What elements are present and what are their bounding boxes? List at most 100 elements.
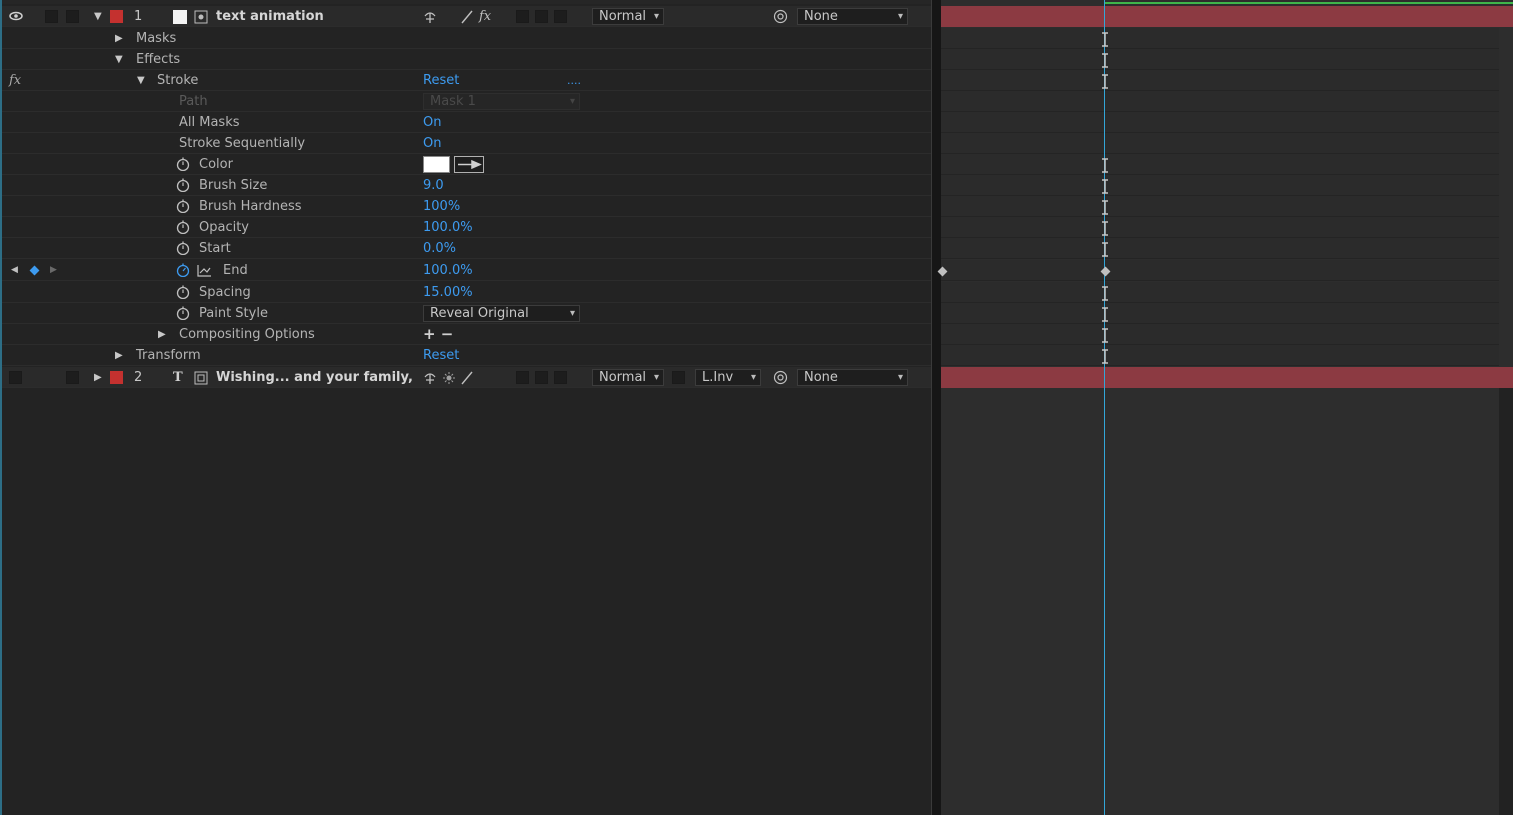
layer-number: 2	[134, 370, 143, 385]
property-row-path[interactable]: Path Mask 1 ▾	[2, 91, 931, 112]
stopwatch-icon[interactable]	[176, 241, 190, 255]
panel-divider[interactable]	[931, 0, 941, 815]
switch-box[interactable]	[535, 371, 548, 384]
masks-row[interactable]: ▶ Masks	[2, 28, 931, 49]
next-keyframe-icon[interactable]: ▶	[50, 260, 57, 281]
reset-link[interactable]: Reset	[423, 345, 459, 366]
parent-dropdown[interactable]: None ▾	[797, 8, 908, 25]
layer-row-2[interactable]: ▶ 2 T Wishing... and your family, Normal…	[2, 367, 931, 388]
video-toggle[interactable]	[9, 371, 22, 384]
current-time-indicator[interactable]	[1104, 0, 1105, 815]
previous-keyframe-icon[interactable]: ◀	[11, 260, 18, 281]
expand-triangle[interactable]: ▶	[115, 345, 123, 366]
lock-toggle[interactable]	[66, 371, 79, 384]
property-value[interactable]: 100.0%	[423, 260, 473, 281]
property-value[interactable]: On	[423, 112, 441, 133]
eye-icon[interactable]	[9, 11, 23, 21]
ibeam-marker	[1102, 349, 1108, 364]
expand-triangle[interactable]: ▼	[137, 70, 145, 91]
property-row-brush-hardness[interactable]: Brush Hardness 100%	[2, 196, 931, 217]
switch-box[interactable]	[516, 10, 529, 23]
property-value[interactable]: 15.00%	[423, 282, 473, 303]
property-row-paint-style[interactable]: Paint Style Reveal Original Image ▾	[2, 303, 931, 324]
layer-expand-triangle[interactable]: ▼	[94, 6, 102, 27]
layer-expand-triangle[interactable]: ▶	[94, 367, 102, 388]
property-value[interactable]: 9.0	[423, 175, 444, 196]
stopwatch-icon[interactable]	[176, 306, 190, 320]
path-dropdown: Mask 1 ▾	[423, 93, 580, 110]
ibeam-marker	[1102, 158, 1108, 173]
expand-triangle[interactable]: ▼	[115, 49, 123, 70]
chevron-down-icon: ▾	[653, 11, 659, 22]
property-row-brush-size[interactable]: Brush Size 9.0	[2, 175, 931, 196]
switch-box[interactable]	[535, 10, 548, 23]
label-color-swatch[interactable]	[110, 371, 123, 384]
timeline-scrollbar[interactable]	[1499, 388, 1513, 815]
effects-row[interactable]: ▼ Effects	[2, 49, 931, 70]
layer-1-duration-bar[interactable]	[941, 6, 1513, 27]
parent-dropdown[interactable]: None ▾	[797, 369, 908, 386]
switch-box[interactable]	[516, 371, 529, 384]
stopwatch-icon[interactable]	[176, 285, 190, 299]
shy-icon[interactable]	[423, 371, 437, 385]
label-color-swatch[interactable]	[110, 10, 123, 23]
solid-layer-icon	[173, 10, 187, 24]
paint-style-dropdown[interactable]: Reveal Original Image ▾	[423, 305, 580, 322]
graph-icon[interactable]	[197, 264, 212, 277]
property-row-end[interactable]: ◀ ▶ End 100.0%	[2, 260, 931, 281]
stopwatch-icon[interactable]	[176, 157, 190, 171]
track-matte-dropdown[interactable]: L.Inv ▾	[695, 369, 761, 386]
work-area-bar[interactable]	[1105, 2, 1513, 4]
stopwatch-icon[interactable]	[176, 178, 190, 192]
layer-name[interactable]: Wishing... and your family,	[216, 367, 413, 388]
color-swatch[interactable]	[423, 156, 450, 173]
blend-mode-dropdown[interactable]: Normal ▾	[592, 369, 664, 386]
quality-icon[interactable]	[460, 371, 474, 385]
preserve-transparency-toggle[interactable]	[672, 371, 685, 384]
quality-icon[interactable]	[460, 10, 474, 24]
stopwatch-icon[interactable]	[176, 199, 190, 213]
eyedropper-icon[interactable]	[454, 156, 484, 173]
reset-link[interactable]: Reset	[423, 70, 459, 91]
property-row-opacity[interactable]: Opacity 100.0%	[2, 217, 931, 238]
timeline-row	[941, 324, 1499, 345]
layer-2-duration-bar[interactable]	[941, 367, 1513, 388]
about-link[interactable]: ....	[567, 70, 581, 91]
fx-switch-icon[interactable]: fx	[9, 70, 21, 91]
property-row-all-masks[interactable]: All Masks On	[2, 112, 931, 133]
property-row-compositing-options[interactable]: ▶ Compositing Options + −	[2, 324, 931, 345]
expand-triangle[interactable]: ▶	[158, 324, 166, 345]
effect-name: Stroke	[157, 73, 199, 88]
effects-toggle-icon[interactable]: fx	[479, 6, 491, 27]
collapse-transform-icon[interactable]	[442, 371, 456, 385]
property-row-spacing[interactable]: Spacing 15.00%	[2, 282, 931, 303]
lock-toggle[interactable]	[66, 10, 79, 23]
timeline-panel[interactable]	[937, 0, 1513, 815]
shy-icon[interactable]	[423, 10, 437, 24]
transform-row[interactable]: ▶ Transform Reset	[2, 345, 931, 366]
layer-row-1[interactable]: ▼ 1 text animation fx Normal ▾ None ▾	[2, 6, 931, 27]
audio-toggle[interactable]	[45, 10, 58, 23]
property-value[interactable]: 0.0%	[423, 238, 456, 259]
property-name: Paint Style	[199, 306, 268, 321]
stroke-effect-row[interactable]: fx ▼ Stroke Reset ....	[2, 70, 931, 91]
property-value[interactable]: On	[423, 133, 441, 154]
ibeam-marker	[1102, 74, 1108, 89]
layer-name[interactable]: text animation	[216, 6, 324, 27]
ibeam-marker	[1102, 307, 1108, 322]
parent-pickwhip-icon[interactable]	[773, 9, 788, 24]
add-remove-mask-buttons[interactable]: + −	[423, 324, 453, 345]
switch-box[interactable]	[554, 10, 567, 23]
property-value[interactable]: 100.0%	[423, 217, 473, 238]
expand-triangle[interactable]: ▶	[115, 28, 123, 49]
stopwatch-icon[interactable]	[176, 263, 190, 277]
property-row-start[interactable]: Start 0.0%	[2, 238, 931, 259]
stopwatch-icon[interactable]	[176, 220, 190, 234]
switch-box[interactable]	[554, 371, 567, 384]
property-value[interactable]: 100%	[423, 196, 460, 217]
blend-mode-dropdown[interactable]: Normal ▾	[592, 8, 664, 25]
property-row-color[interactable]: Color	[2, 154, 931, 175]
add-keyframe-icon[interactable]	[29, 265, 40, 276]
parent-pickwhip-icon[interactable]	[773, 370, 788, 385]
property-row-stroke-sequentially[interactable]: Stroke Sequentially On	[2, 133, 931, 154]
